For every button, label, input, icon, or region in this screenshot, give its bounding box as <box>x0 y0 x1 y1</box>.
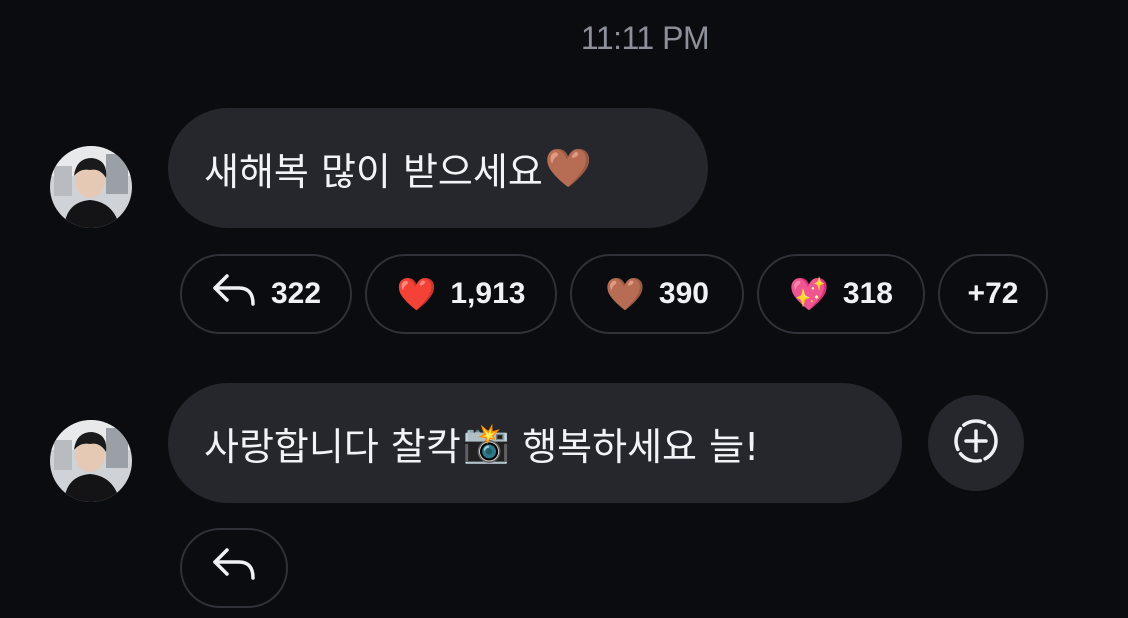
reaction-count: 390 <box>658 277 709 310</box>
reply-arrow-icon <box>211 272 257 316</box>
more-reactions-chip[interactable]: +72 <box>938 254 1048 334</box>
avatar[interactable] <box>50 420 132 502</box>
message-text: 새해복 많이 받으세요 <box>204 149 543 194</box>
camera-flash-emoji: 📸 <box>462 420 511 465</box>
reaction-count: 1,913 <box>450 277 526 310</box>
chat-screen: 11:11 PM 새해복 많이 받으세요 🤎 322 ❤️ 1,913 🤎 39… <box>0 0 1128 618</box>
brown-heart-emoji: 🤎 <box>605 276 645 312</box>
avatar[interactable] <box>50 146 132 228</box>
message-bubble[interactable]: 새해복 많이 받으세요 🤎 <box>168 108 708 228</box>
sparkling-heart-emoji: 💖 <box>789 276 829 312</box>
reply-count: 322 <box>270 277 322 310</box>
reaction-chip-brown-heart[interactable]: 🤎 390 <box>570 254 744 334</box>
add-reaction-button[interactable] <box>928 395 1024 491</box>
reaction-chip-sparkling-heart[interactable]: 💖 318 <box>757 254 925 334</box>
red-heart-emoji: ❤️ <box>396 276 437 312</box>
reply-arrow-icon <box>211 546 257 590</box>
reply-count-chip[interactable]: 322 <box>180 254 352 334</box>
reply-button[interactable] <box>180 528 288 608</box>
reaction-count: 318 <box>842 277 893 310</box>
message-bubble[interactable]: 사랑합니다 찰칵 📸 행복하세요 늘! <box>168 383 902 503</box>
message-text-part-1: 사랑합니다 찰칵 <box>204 424 461 469</box>
message-text-part-2: 행복하세요 늘! <box>510 424 760 469</box>
more-reactions-count: +72 <box>967 277 1019 310</box>
brown-heart-emoji: 🤎 <box>544 145 593 190</box>
message-timestamp: 11:11 PM <box>580 20 710 56</box>
add-reaction-icon <box>950 415 1002 471</box>
reaction-chip-red-heart[interactable]: ❤️ 1,913 <box>365 254 557 334</box>
